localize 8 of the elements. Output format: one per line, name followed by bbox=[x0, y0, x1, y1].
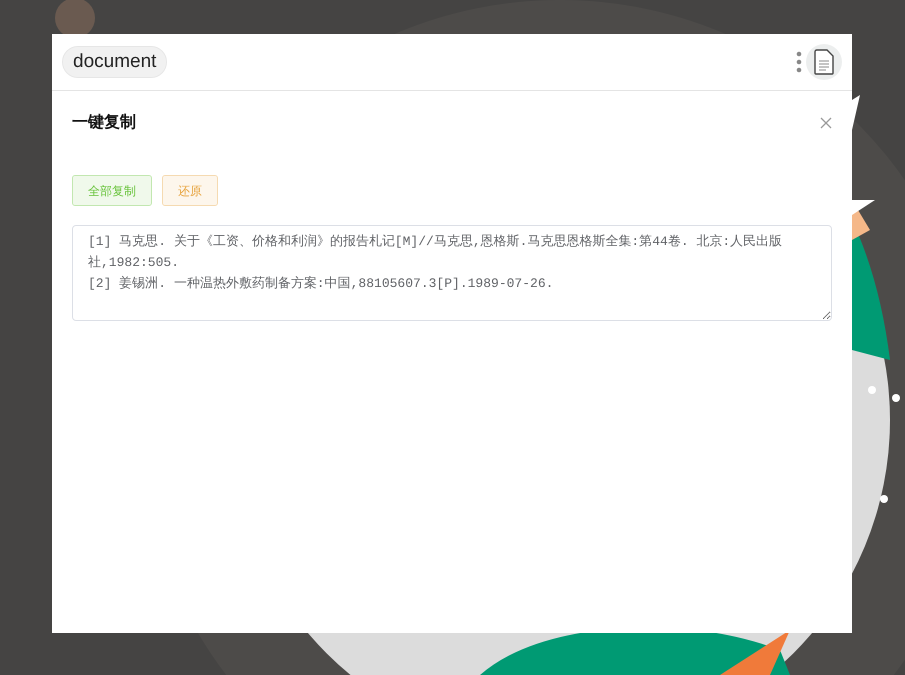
restore-button[interactable]: 还原 bbox=[162, 175, 218, 206]
text-area[interactable]: [1] 马克思. 关于《工资、价格和利润》的报告札记[M]//马克思,恩格斯.马克思恩格斯全集:第44卷. 北京:人民出版社,1982:505. [2] 姜锡洲. 一种温热外敷药制备方案:中国,88105607.3[P].1989-07-26. bbox=[72, 225, 832, 321]
document-tag: document bbox=[62, 46, 168, 78]
more-icon[interactable] bbox=[796, 51, 802, 73]
copy-all-button[interactable]: 全部复制 bbox=[72, 175, 152, 206]
close-icon[interactable] bbox=[820, 117, 832, 129]
document-icon[interactable] bbox=[806, 44, 842, 80]
dialog-title: 一键复制 bbox=[72, 112, 136, 133]
